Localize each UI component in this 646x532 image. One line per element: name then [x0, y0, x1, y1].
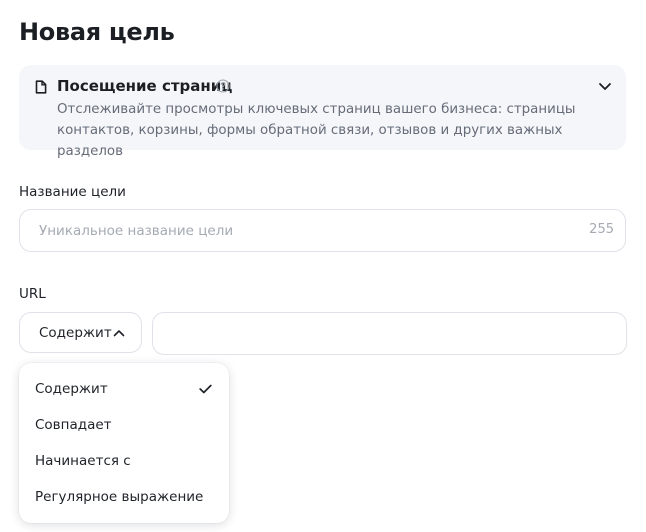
document-icon: [35, 80, 47, 94]
dropdown-option-contains[interactable]: Содержит: [19, 371, 229, 407]
url-label: URL: [19, 286, 46, 302]
dropdown-option-matches[interactable]: Совпадает: [19, 407, 229, 443]
page-title: Новая цель: [19, 18, 175, 46]
option-label: Начинается с: [35, 453, 131, 469]
url-input[interactable]: [167, 313, 607, 354]
goal-name-label: Название цели: [19, 184, 126, 200]
check-icon: [199, 384, 212, 394]
help-circle-icon[interactable]: [216, 79, 230, 93]
url-condition-value: Содержит: [39, 325, 112, 341]
url-condition-select[interactable]: Содержит: [19, 312, 142, 353]
goal-type-card[interactable]: Посещение страниц Отслеживайте просмотры…: [19, 65, 626, 159]
option-label: Содержит: [35, 381, 108, 397]
dropdown-option-starts-with[interactable]: Начинается с: [19, 443, 229, 479]
chevron-up-icon: [113, 330, 125, 337]
chevron-down-icon[interactable]: [598, 81, 612, 91]
url-condition-dropdown: Содержит Совпадает Начинается с Регулярн…: [19, 363, 229, 523]
goal-name-field[interactable]: 255: [19, 209, 626, 252]
char-counter: 255: [589, 222, 614, 237]
goal-name-input[interactable]: [39, 210, 579, 251]
goal-type-description: Отслеживайте просмотры ключевых страниц …: [57, 102, 576, 159]
option-label: Регулярное выражение: [35, 489, 204, 505]
url-field[interactable]: [152, 312, 627, 355]
option-label: Совпадает: [35, 417, 112, 433]
goal-type-title: Посещение страниц: [57, 77, 233, 95]
dropdown-option-regex[interactable]: Регулярное выражение: [19, 479, 229, 515]
